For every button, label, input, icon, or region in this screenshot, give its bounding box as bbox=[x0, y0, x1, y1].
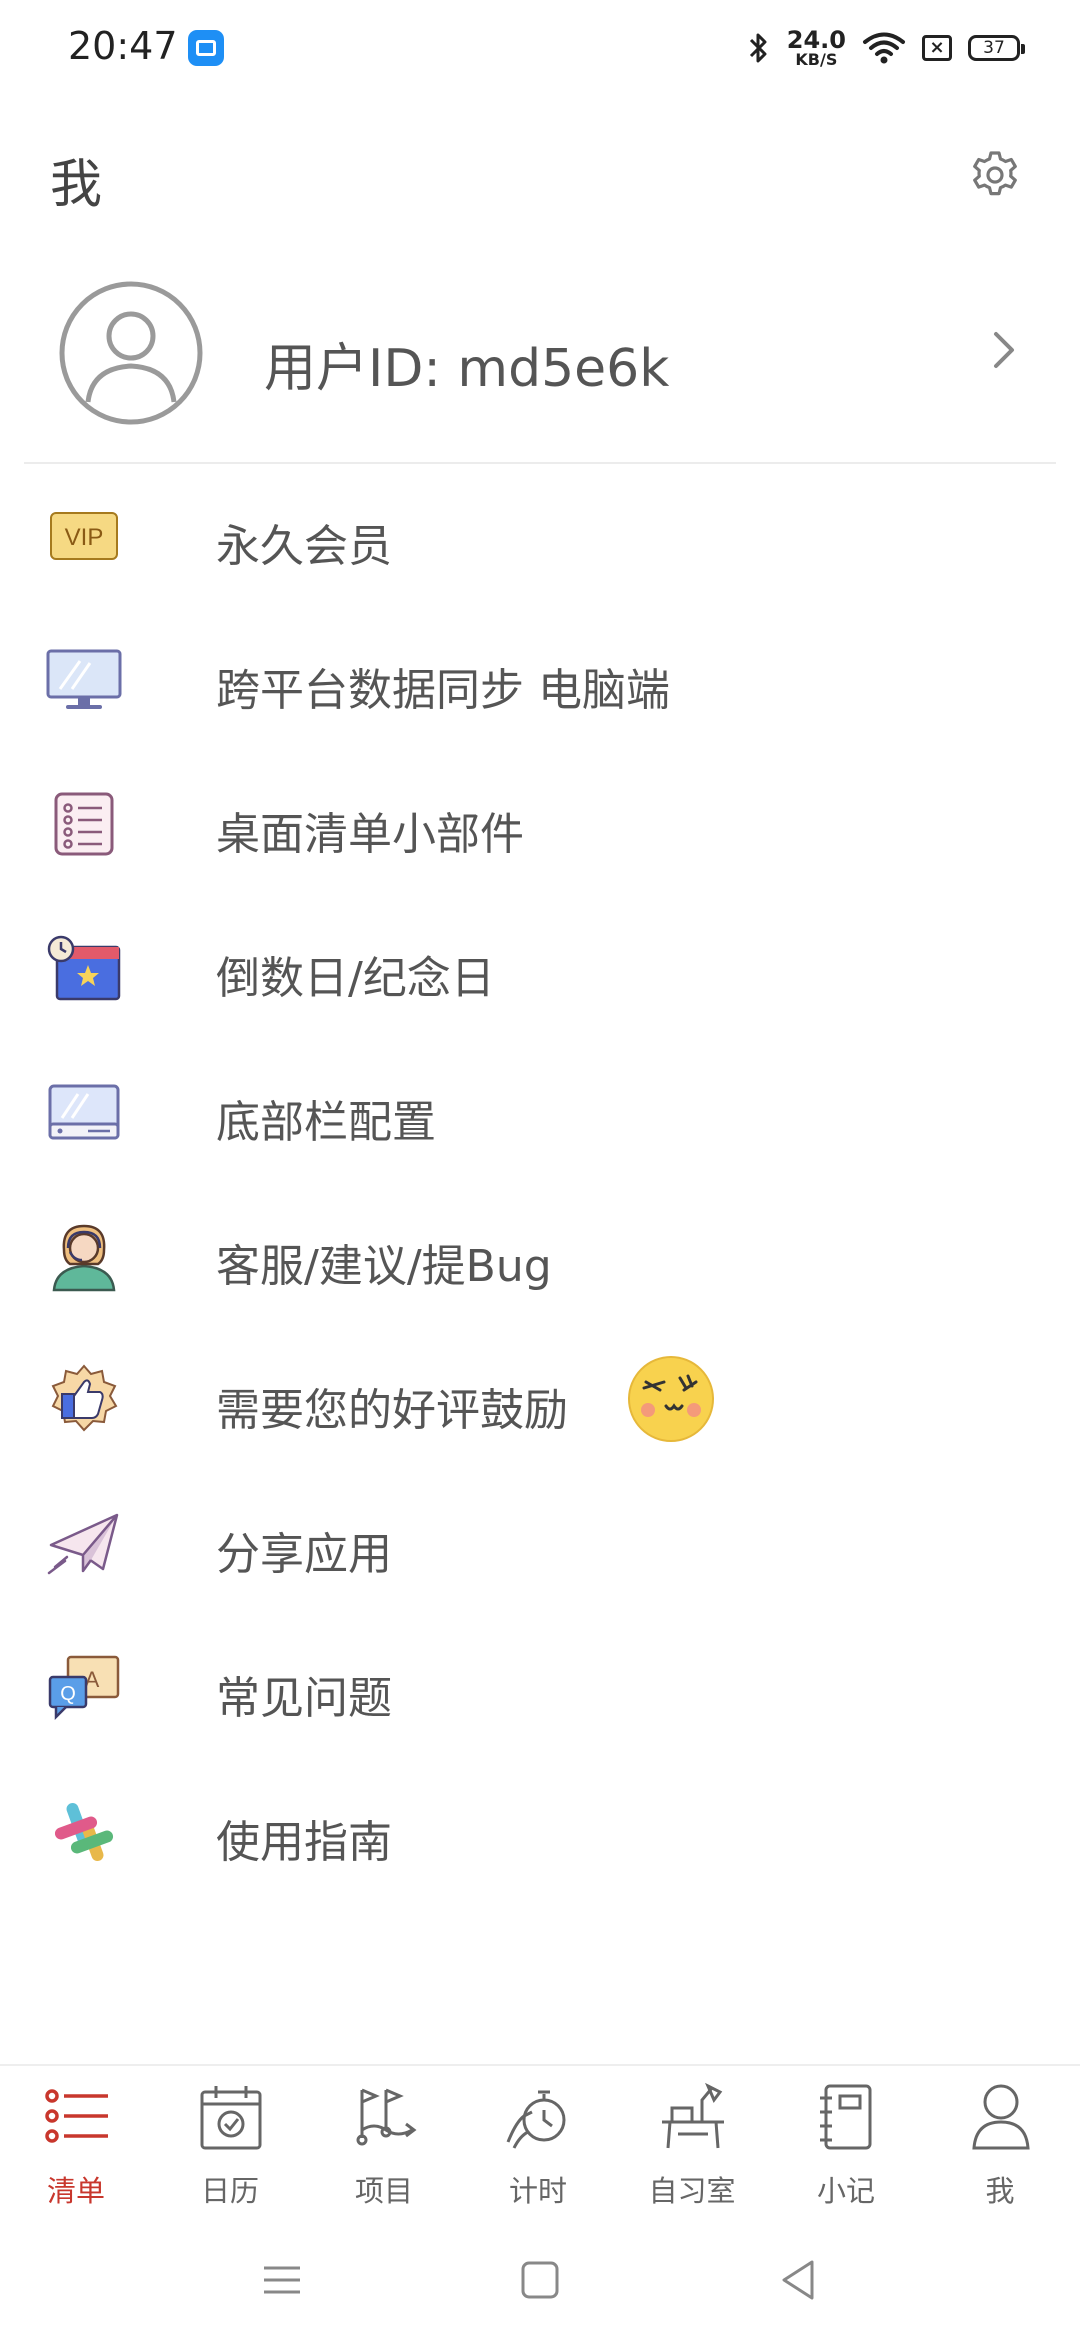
slack-guide-icon bbox=[46, 1794, 122, 1870]
menu-label: 常见问题 bbox=[216, 1673, 392, 1724]
status-bar: 20:47 24.0 KB/S × 37 bbox=[0, 0, 1080, 96]
tab-label: 小记 bbox=[816, 2174, 875, 2208]
svg-text:Q: Q bbox=[60, 1683, 76, 1705]
bottom-tab-bar: 清单 日历 项目 计时 自习室 小记 我 bbox=[0, 2064, 1080, 2218]
system-nav-bar bbox=[0, 2216, 1080, 2340]
thumbs-up-badge-icon bbox=[46, 1362, 122, 1438]
calendar-icon bbox=[200, 2086, 262, 2150]
menu-label: 需要您的好评鼓励 bbox=[216, 1385, 568, 1436]
stopwatch-icon bbox=[506, 2090, 566, 2149]
chevron-right-icon bbox=[994, 332, 1014, 368]
tab-me[interactable]: 我 bbox=[940, 2082, 1060, 2212]
menu-item-sync[interactable]: 跨平台数据同步 电脑端 bbox=[0, 608, 1080, 752]
gear-icon bbox=[973, 151, 1017, 196]
menu-label: 永久会员 bbox=[216, 521, 392, 572]
tab-label: 我 bbox=[985, 2174, 1015, 2208]
settings-button[interactable] bbox=[960, 140, 1030, 210]
svg-text:VIP: VIP bbox=[65, 524, 104, 551]
tab-list[interactable]: 清单 bbox=[16, 2082, 136, 2212]
project-flow-icon bbox=[356, 2088, 417, 2146]
person-icon bbox=[972, 2084, 1030, 2150]
menu-label: 分享应用 bbox=[216, 1529, 392, 1580]
menu-item-guide[interactable]: 使用指南 bbox=[0, 1760, 1080, 1904]
support-agent-icon bbox=[46, 1218, 122, 1294]
tab-study-room[interactable]: 自习室 bbox=[632, 2082, 752, 2212]
user-avatar-icon bbox=[59, 281, 203, 425]
home-icon[interactable] bbox=[510, 2250, 570, 2310]
net-speed-value: 24.0 bbox=[786, 26, 846, 54]
page-title: 我 bbox=[50, 155, 103, 215]
paper-plane-icon bbox=[46, 1506, 122, 1582]
menu-item-review[interactable]: 需要您的好评鼓励 bbox=[0, 1328, 1080, 1472]
bluetooth-icon bbox=[749, 33, 767, 63]
app-notification-icon bbox=[188, 30, 224, 66]
bottom-bar-icon bbox=[46, 1074, 122, 1150]
menu-label: 倒数日/纪念日 bbox=[216, 953, 495, 1004]
menu-item-share[interactable]: 分享应用 bbox=[0, 1472, 1080, 1616]
tab-label: 项目 bbox=[354, 2174, 413, 2208]
list-icon bbox=[45, 2089, 108, 2143]
menu-label: 客服/建议/提Bug bbox=[216, 1241, 552, 1292]
user-id-label: 用户ID: md5e6k bbox=[264, 339, 670, 399]
status-time: 20:47 bbox=[68, 24, 178, 68]
tab-label: 自习室 bbox=[648, 2174, 736, 2208]
menu-item-bottombar[interactable]: 底部栏配置 bbox=[0, 1040, 1080, 1184]
sim-icon: × bbox=[922, 35, 952, 61]
tab-project[interactable]: 项目 bbox=[324, 2082, 444, 2212]
checklist-icon bbox=[46, 786, 122, 862]
menu-label: 桌面清单小部件 bbox=[216, 809, 524, 860]
faq-icon: A Q bbox=[46, 1650, 122, 1726]
network-speed: 24.0 KB/S bbox=[787, 28, 846, 68]
menu-icon[interactable] bbox=[252, 2250, 312, 2310]
battery-icon: 37 bbox=[968, 35, 1025, 61]
wink-emoji-icon bbox=[628, 1356, 714, 1442]
tab-calendar[interactable]: 日历 bbox=[170, 2082, 290, 2212]
menu-item-countdown[interactable]: 倒数日/纪念日 bbox=[0, 896, 1080, 1040]
tab-label: 日历 bbox=[200, 2174, 259, 2208]
menu-item-widget[interactable]: 桌面清单小部件 bbox=[0, 752, 1080, 896]
back-icon[interactable] bbox=[768, 2250, 828, 2310]
menu-label: 跨平台数据同步 电脑端 bbox=[216, 665, 670, 716]
menu-label: 底部栏配置 bbox=[216, 1097, 436, 1148]
menu-item-faq[interactable]: A Q 常见问题 bbox=[0, 1616, 1080, 1760]
tab-notes[interactable]: 小记 bbox=[786, 2082, 906, 2212]
tab-label: 清单 bbox=[46, 2174, 105, 2208]
tab-label: 计时 bbox=[508, 2174, 567, 2208]
menu-item-vip[interactable]: VIP 永久会员 bbox=[0, 464, 1080, 608]
notebook-icon bbox=[820, 2084, 872, 2150]
wifi-icon bbox=[863, 32, 905, 64]
net-speed-unit: KB/S bbox=[795, 50, 838, 69]
menu-item-support[interactable]: 客服/建议/提Bug bbox=[0, 1184, 1080, 1328]
desk-lamp-icon bbox=[662, 2082, 724, 2149]
profile-row[interactable]: 用户ID: md5e6k bbox=[0, 270, 1080, 458]
vip-icon: VIP bbox=[46, 498, 122, 574]
tab-timer[interactable]: 计时 bbox=[478, 2082, 598, 2212]
status-icons: 24.0 KB/S × 37 bbox=[747, 24, 1025, 72]
calendar-star-icon bbox=[46, 930, 122, 1006]
menu-label: 使用指南 bbox=[216, 1817, 392, 1868]
monitor-icon bbox=[46, 642, 122, 718]
